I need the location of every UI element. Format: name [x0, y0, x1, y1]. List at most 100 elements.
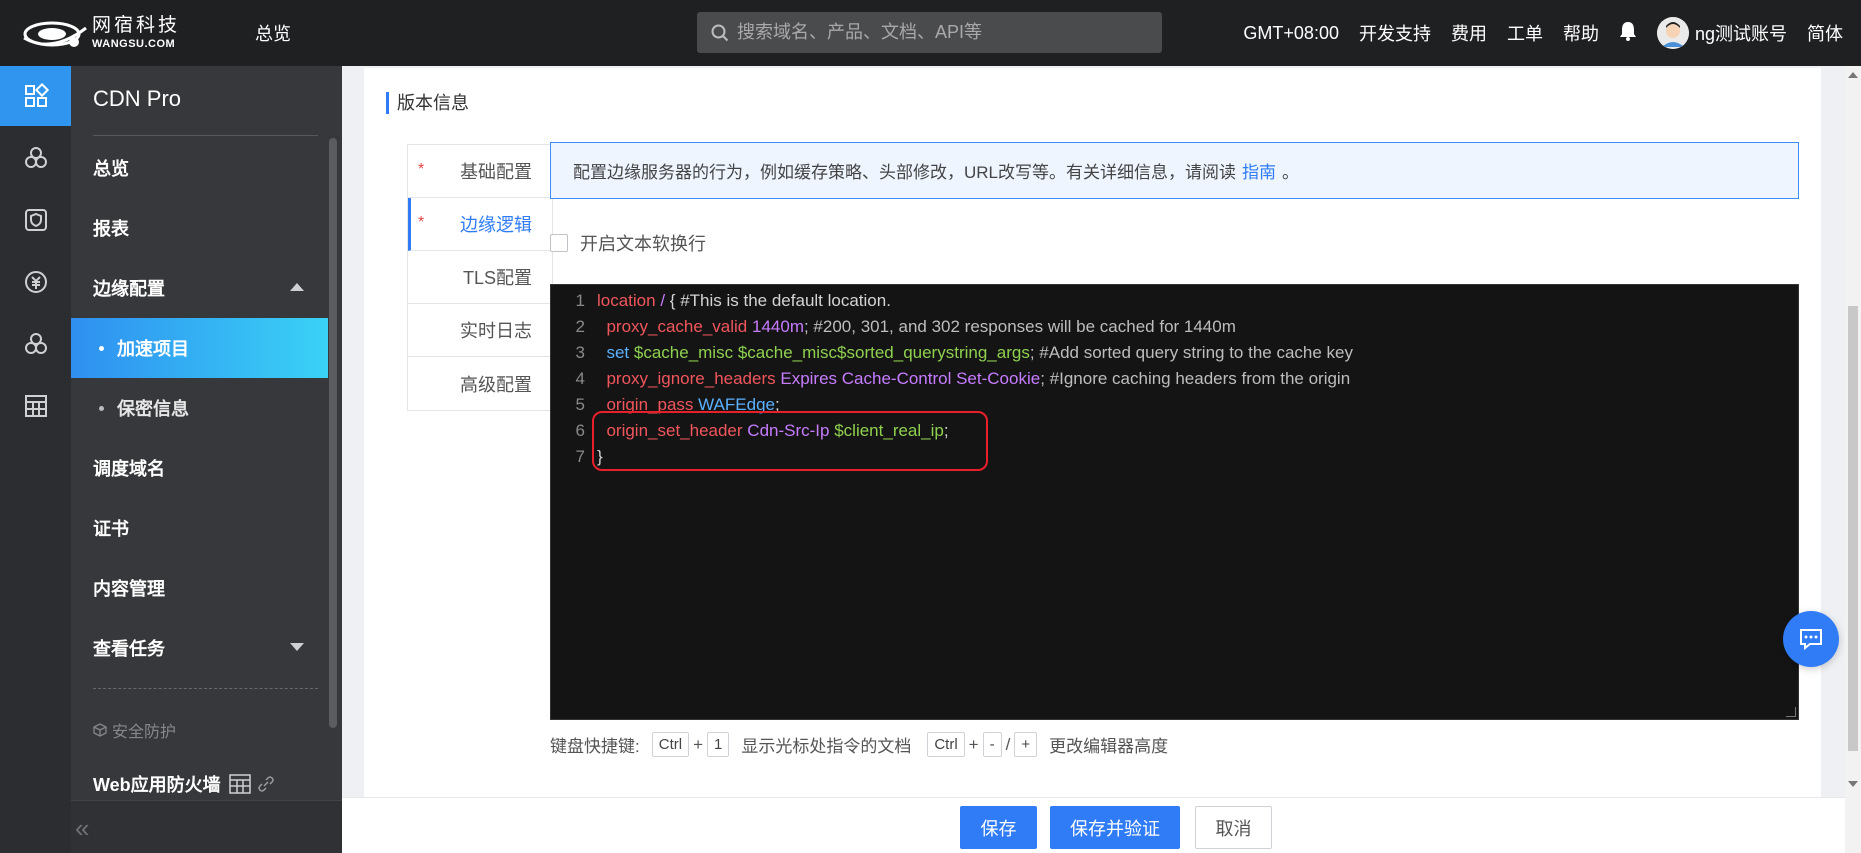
bullet-icon [99, 346, 104, 351]
save-button[interactable]: 保存 [960, 806, 1037, 849]
top-nav-overview[interactable]: 总览 [255, 20, 291, 46]
scrollbar-thumb[interactable] [1848, 306, 1858, 751]
code-editor[interactable]: 1 location / { #This is the default locat… [550, 284, 1799, 720]
code-token: ; #200, 301, and 302 responses will be c… [803, 317, 1236, 336]
table-icon [228, 774, 251, 794]
line-number: 6 [575, 421, 585, 440]
wangsu-logo[interactable]: 网宿科技 WANGSU.COM [22, 12, 210, 54]
editor-resize-handle[interactable] [1786, 707, 1796, 717]
key-ctrl: Ctrl [927, 732, 965, 757]
sidebar-item-view-tasks[interactable]: 查看任务 [71, 618, 328, 678]
cluster-icon [24, 333, 47, 354]
tab-label: 边缘逻辑 [460, 215, 532, 235]
sidebar-item-accel-projects[interactable]: 加速项目 [71, 318, 328, 378]
config-card: 版本信息 * 基础配置 * 边缘逻辑 TLS配置 实时日志 高级配置 配置边缘服… [364, 68, 1821, 806]
product-rail [0, 66, 71, 853]
sidebar-item-waf[interactable]: Web应用防火墙 [93, 771, 275, 797]
scroll-down-icon[interactable] [1848, 781, 1858, 787]
rail-dashboard[interactable] [0, 66, 71, 126]
tab-realtime-log[interactable]: 实时日志 [408, 304, 552, 357]
show-doc-text: 显示光标处指令的文档 [741, 737, 912, 756]
sidebar-item-dispatch-domains[interactable]: 调度域名 [71, 438, 328, 498]
code-line: 1 location / { #This is the default locat… [551, 288, 891, 314]
dashboard-icon [24, 83, 49, 107]
sidebar-title: CDN Pro [93, 86, 182, 111]
shortcuts-label: 键盘快捷键: [550, 737, 640, 756]
info-end: 。 [1282, 163, 1300, 182]
required-mark: * [418, 214, 425, 231]
info-text: 配置边缘服务器的行为，例如缓存策略、头部修改，URL改写等。有关详细信息，请阅读 [573, 163, 1237, 182]
global-search[interactable] [697, 12, 1162, 53]
rail-cluster-1[interactable] [0, 128, 71, 188]
plus-sign: + [968, 734, 979, 754]
tickets-link[interactable]: 工单 [1507, 20, 1543, 46]
soft-wrap-checkbox[interactable] [550, 234, 568, 252]
sidebar-footer: « [71, 800, 342, 853]
sidebar-item-label: 保密信息 [117, 399, 189, 419]
rail-table[interactable] [0, 376, 71, 436]
code-token: { #This is the default location. [665, 291, 891, 310]
line-number: 5 [575, 395, 585, 414]
action-bar: 保存 保存并验证 取消 [342, 797, 1845, 853]
sidebar-divider [93, 135, 318, 136]
rail-security[interactable] [0, 190, 71, 250]
bell-icon[interactable] [1619, 21, 1637, 46]
timezone-selector[interactable]: GMT+08:00 [1243, 23, 1339, 44]
code-token: proxy_cache_valid [606, 317, 748, 336]
line-number: 7 [575, 447, 585, 466]
logo-en-text: WANGSU.COM [92, 38, 176, 50]
user-menu[interactable]: ng测试账号 [1656, 17, 1787, 49]
sidebar-scrollbar[interactable] [329, 138, 337, 728]
tab-edge-logic[interactable]: * 边缘逻辑 [408, 198, 552, 251]
collapse-sidebar-icon[interactable]: « [75, 813, 89, 844]
key-1: 1 [707, 732, 730, 757]
config-tabs: * 基础配置 * 边缘逻辑 TLS配置 实时日志 高级配置 [407, 144, 553, 411]
tab-advanced[interactable]: 高级配置 [408, 357, 552, 410]
sidebar-item-certs[interactable]: 证书 [71, 498, 328, 558]
sidebar-item-overview[interactable]: 总览 [71, 138, 328, 198]
rail-cluster-2[interactable] [0, 314, 71, 374]
help-link[interactable]: 帮助 [1563, 20, 1599, 46]
section-label: 安全防护 [112, 724, 177, 741]
code-line: 4 proxy_ignore_headers Expires Cache-Con… [551, 366, 1351, 392]
code-token: Expires Cache-Control Set-Cookie [780, 369, 1041, 388]
highlight-annotation [592, 411, 988, 471]
cube-icon [93, 723, 107, 737]
search-icon [711, 24, 729, 41]
sidebar-item-edge-config[interactable]: 边缘配置 [71, 258, 328, 318]
tab-tls[interactable]: TLS配置 [408, 251, 552, 304]
tab-label: 基础配置 [460, 162, 532, 182]
avatar [1656, 17, 1689, 49]
code-line: 3 set $cache_misc $cache_misc$sorted_que… [551, 340, 1353, 366]
logo-cn-text: 网宿科技 [92, 14, 181, 36]
wangsu-logo-icon [23, 21, 87, 47]
chat-button[interactable] [1783, 611, 1839, 667]
sidebar-dashed-divider [93, 688, 318, 689]
sidebar-item-secrets[interactable]: 保密信息 [71, 378, 328, 438]
chat-icon [1800, 629, 1822, 651]
line-number: 4 [575, 369, 585, 388]
sidebar-item-label: 加速项目 [117, 339, 189, 359]
sidebar: CDN Pro 总览 报表 边缘配置 加速项目 保密信息 调度域名 证书 内容管… [71, 66, 342, 853]
fees-link[interactable]: 费用 [1451, 20, 1487, 46]
sidebar-item-content-mgmt[interactable]: 内容管理 [71, 558, 328, 618]
language-selector[interactable]: 简体 [1807, 20, 1843, 46]
sidebar-item-label: 查看任务 [93, 639, 165, 659]
page-scrollbar[interactable] [1845, 66, 1861, 853]
code-token: 1440m [752, 317, 804, 336]
search-input[interactable] [737, 22, 1137, 43]
line-number: 1 [575, 291, 585, 310]
dev-support-link[interactable]: 开发支持 [1359, 20, 1431, 46]
sidebar-item-reports[interactable]: 报表 [71, 198, 328, 258]
sidebar-item-label: 边缘配置 [93, 279, 165, 299]
change-height-text: 更改编辑器高度 [1049, 737, 1169, 756]
plus-sign: + [693, 734, 703, 754]
scroll-up-icon[interactable] [1848, 72, 1858, 78]
main-content: 版本信息 * 基础配置 * 边缘逻辑 TLS配置 实时日志 高级配置 配置边缘服… [342, 66, 1845, 853]
guide-link[interactable]: 指南 [1242, 158, 1276, 183]
rail-billing[interactable] [0, 252, 71, 312]
save-verify-button[interactable]: 保存并验证 [1050, 806, 1180, 849]
tab-basic[interactable]: * 基础配置 [408, 145, 552, 198]
cancel-button[interactable]: 取消 [1195, 806, 1272, 849]
soft-wrap-toggle[interactable]: 开启文本软换行 [550, 230, 706, 256]
